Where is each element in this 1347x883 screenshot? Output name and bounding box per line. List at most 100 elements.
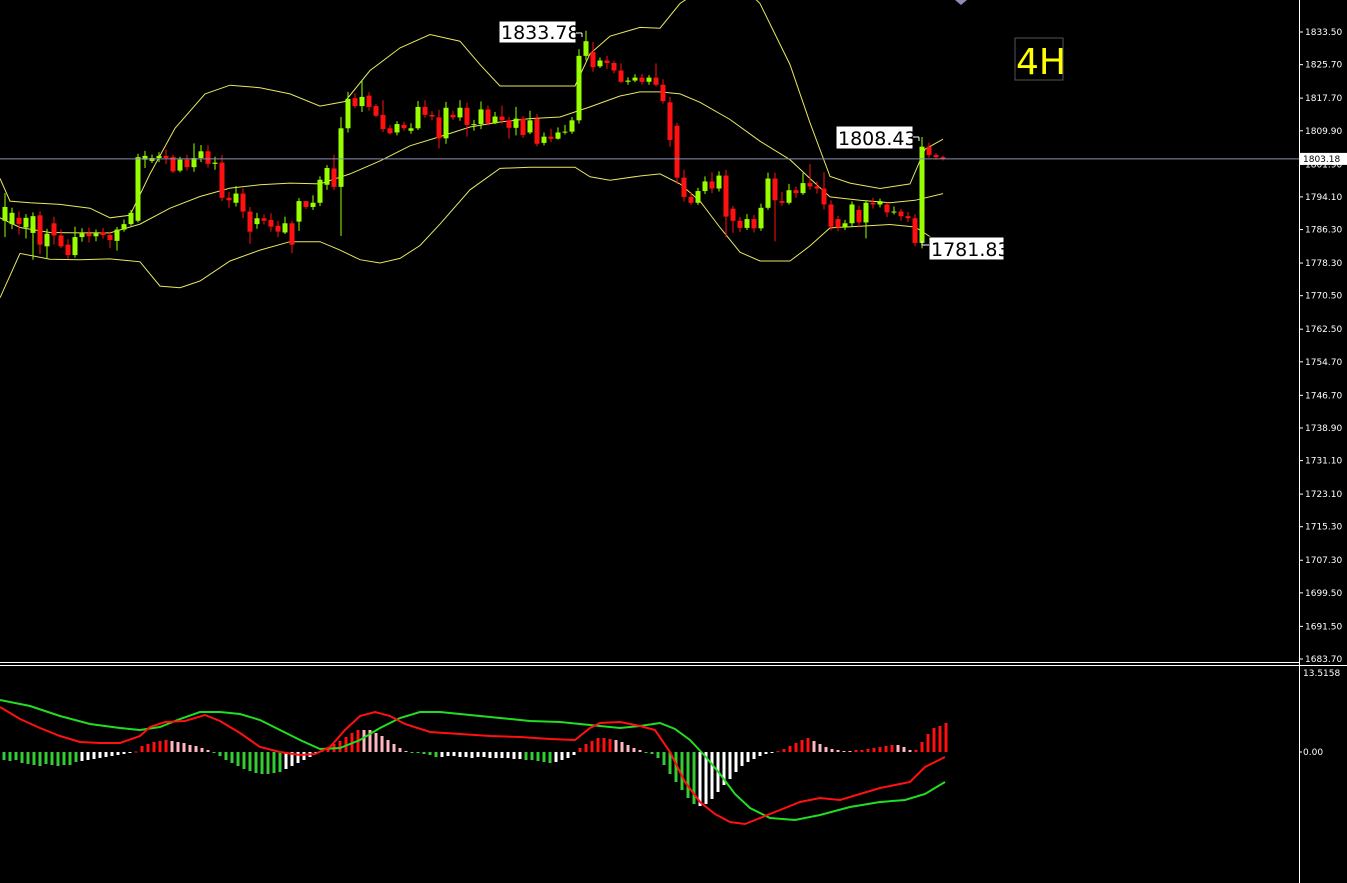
histogram-bar xyxy=(98,752,102,758)
histogram-bar xyxy=(506,752,510,758)
histogram-bar xyxy=(530,752,534,760)
histogram-bar xyxy=(752,752,756,759)
histogram-bar xyxy=(560,752,564,760)
histogram-bar xyxy=(872,748,876,752)
candle xyxy=(828,200,834,231)
histogram-bar xyxy=(146,744,150,752)
callout-high-1-text: 1833.78 xyxy=(501,22,580,44)
histogram-bar xyxy=(728,752,732,779)
histogram-bar xyxy=(698,752,702,806)
histogram-bar xyxy=(542,752,546,762)
histogram-bar xyxy=(632,748,636,752)
histogram-bar xyxy=(584,744,588,752)
histogram-bar xyxy=(638,750,642,752)
candle xyxy=(135,153,141,223)
histogram-bar xyxy=(710,752,714,799)
candle xyxy=(534,114,540,147)
candle xyxy=(674,122,680,184)
histogram-bar xyxy=(92,752,96,759)
histogram-bar xyxy=(434,752,438,757)
histogram-bar xyxy=(218,752,222,756)
histogram-bar xyxy=(572,752,576,755)
histogram-bar xyxy=(494,752,498,758)
histogram-bar xyxy=(914,750,918,752)
callout-high-2-text: 1808.43 xyxy=(838,128,917,150)
histogram-bar xyxy=(932,728,936,752)
histogram-bar xyxy=(470,752,474,758)
price-tick-label: 1817.70 xyxy=(1305,94,1342,104)
histogram-bar xyxy=(260,752,264,774)
current-price-label: 1803.18 xyxy=(1300,152,1347,165)
histogram-bar xyxy=(14,752,18,760)
histogram-bar xyxy=(842,751,846,752)
histogram-bar xyxy=(230,752,234,763)
price-tick-label: 1833.50 xyxy=(1305,28,1342,38)
histogram-bar xyxy=(614,740,618,752)
histogram-bar xyxy=(440,752,444,757)
histogram-bar xyxy=(746,752,750,762)
histogram-bar xyxy=(458,752,462,757)
histogram-bar xyxy=(206,750,210,752)
histogram-bar xyxy=(854,750,858,752)
histogram-bar xyxy=(812,741,816,752)
histogram-bar xyxy=(272,752,276,773)
histogram-bar xyxy=(878,747,882,752)
histogram-bar xyxy=(44,752,48,764)
histogram-bar xyxy=(644,752,648,753)
histogram-bar xyxy=(236,752,240,766)
histogram-bar xyxy=(818,744,822,752)
histogram-bar xyxy=(194,746,198,752)
histogram-bar xyxy=(800,740,804,752)
histogram-bar xyxy=(782,749,786,752)
histogram-bar xyxy=(110,752,114,756)
histogram-bar xyxy=(224,752,228,760)
histogram-bar xyxy=(284,752,288,769)
current-price-text: 1803.18 xyxy=(1303,155,1340,165)
histogram-bar xyxy=(794,743,798,752)
price-tick-label: 1762.50 xyxy=(1305,325,1342,335)
histogram-bar xyxy=(836,750,840,752)
callout-high-1: 1833.78 xyxy=(498,20,583,44)
histogram-bar xyxy=(758,752,762,756)
histogram-bar xyxy=(416,752,420,753)
histogram-bar xyxy=(50,752,54,765)
histogram-bar xyxy=(68,752,72,765)
histogram-bar xyxy=(80,752,84,761)
histogram-bar xyxy=(170,741,174,752)
histogram-bar xyxy=(926,734,930,752)
histogram-bar xyxy=(734,752,738,772)
callout-high-2: 1808.43 xyxy=(835,125,920,150)
histogram-bar xyxy=(524,752,528,760)
histogram-bar xyxy=(176,742,180,752)
histogram-bar xyxy=(116,752,120,755)
histogram-bar xyxy=(578,748,582,752)
histogram-bar xyxy=(20,752,24,763)
histogram-bar xyxy=(278,752,282,772)
price-tick-label: 1723.10 xyxy=(1305,490,1342,500)
histogram-bar xyxy=(686,752,690,798)
histogram-bar xyxy=(938,726,942,752)
price-tick-label: 1746.70 xyxy=(1305,391,1342,401)
histogram-bar xyxy=(896,745,900,752)
price-chart[interactable]: 1833.501825.701817.701809.901801.901794.… xyxy=(0,0,1347,883)
histogram-bar xyxy=(890,745,894,752)
histogram-bar xyxy=(464,752,468,757)
candle xyxy=(912,214,918,247)
candle xyxy=(170,154,176,174)
histogram-bar xyxy=(152,742,156,752)
price-tick-label: 1794.10 xyxy=(1305,193,1342,203)
price-tick-label: 1738.90 xyxy=(1305,424,1342,434)
histogram-bar xyxy=(548,752,552,763)
histogram-bar xyxy=(488,752,492,758)
histogram-bar xyxy=(662,752,666,765)
histogram-bar xyxy=(302,752,306,760)
indicator-zero-label: 0.00 xyxy=(1303,748,1323,758)
histogram-bar xyxy=(392,744,396,752)
histogram-bar xyxy=(74,752,78,762)
price-tick-label: 1707.30 xyxy=(1305,556,1342,566)
histogram-bar xyxy=(848,751,852,752)
histogram-bar xyxy=(8,752,12,761)
price-tick-label: 1699.50 xyxy=(1305,589,1342,599)
histogram-bar xyxy=(866,749,870,752)
histogram-bar xyxy=(134,751,138,753)
